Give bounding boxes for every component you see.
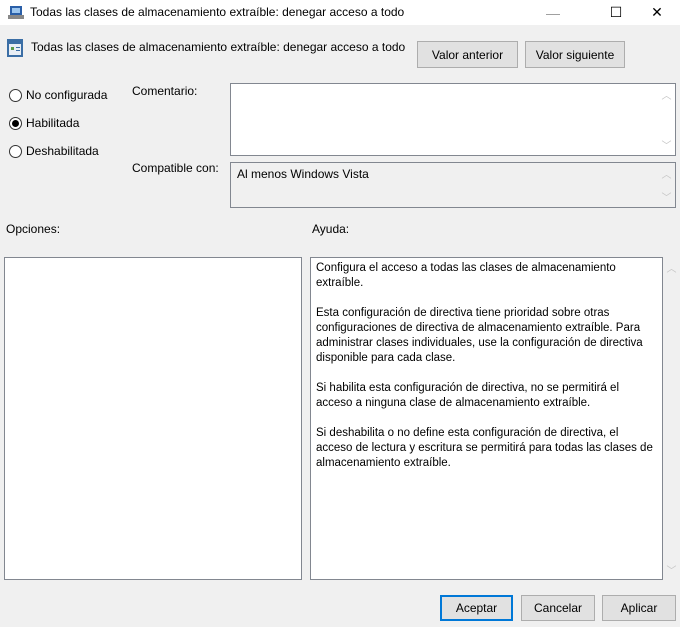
policy-title: Todas las clases de almacenamiento extra… [31, 40, 406, 54]
close-button[interactable]: ✕ [634, 0, 680, 25]
scroll-down-icon[interactable]: ﹀ [662, 189, 672, 204]
comment-scrollbar[interactable]: ︿ ﹀ [658, 84, 675, 155]
options-label: Opciones: [6, 222, 61, 236]
next-setting-button[interactable]: Valor siguiente [525, 41, 625, 68]
ok-button[interactable]: Aceptar [440, 595, 513, 621]
compatible-scrollbar[interactable]: ︿ ﹀ [658, 163, 675, 207]
help-paragraph: Esta configuración de directiva tiene pr… [316, 307, 643, 364]
apply-button[interactable]: Aplicar [602, 595, 676, 621]
window-title: Todas las clases de almacenamiento extra… [30, 5, 405, 19]
compatible-label: Compatible con: [132, 161, 219, 175]
radio-circle[interactable] [9, 88, 22, 102]
maximize-button[interactable]: ☐ [593, 0, 639, 25]
radio-enabled[interactable]: Habilitada [9, 116, 79, 130]
help-paragraph: Si habilita esta configuración de direct… [316, 382, 619, 409]
radio-label: No configurada [26, 88, 108, 102]
policy-app-icon [8, 6, 24, 19]
policy-setting-icon [7, 39, 23, 57]
title-bar: Todas las clases de almacenamiento extra… [0, 0, 680, 25]
cancel-button[interactable]: Cancelar [521, 595, 595, 621]
radio-label: Deshabilitada [26, 144, 99, 158]
options-panel [4, 257, 302, 580]
radio-label: Habilitada [26, 116, 80, 130]
radio-disabled[interactable]: Deshabilitada [9, 144, 99, 158]
minimize-button[interactable]: — [530, 0, 576, 25]
radio-circle-checked[interactable] [9, 116, 22, 130]
radio-circle[interactable] [9, 144, 22, 158]
help-panel: Configura el acceso a todas las clases d… [310, 257, 663, 580]
help-scrollbar[interactable]: ︿ ﹀ [663, 257, 680, 580]
scroll-up-icon[interactable]: ︿ [662, 166, 672, 181]
scroll-up-icon[interactable]: ︿ [662, 87, 672, 102]
comment-textarea[interactable]: ︿ ﹀ [230, 83, 676, 156]
radio-not-configured[interactable]: No configurada [9, 88, 107, 102]
scroll-down-icon[interactable]: ﹀ [662, 137, 672, 152]
compatible-field: Al menos Windows Vista ︿ ﹀ [230, 162, 676, 208]
comment-label: Comentario: [132, 84, 198, 98]
scroll-down-icon[interactable]: ﹀ [667, 562, 677, 577]
compatible-value: Al menos Windows Vista [237, 167, 369, 181]
help-label: Ayuda: [312, 222, 350, 236]
previous-setting-button[interactable]: Valor anterior [417, 41, 518, 68]
help-paragraph: Si deshabilita o no define esta configur… [316, 427, 653, 469]
help-paragraph: Configura el acceso a todas las clases d… [316, 262, 616, 289]
scroll-up-icon[interactable]: ︿ [667, 260, 677, 275]
